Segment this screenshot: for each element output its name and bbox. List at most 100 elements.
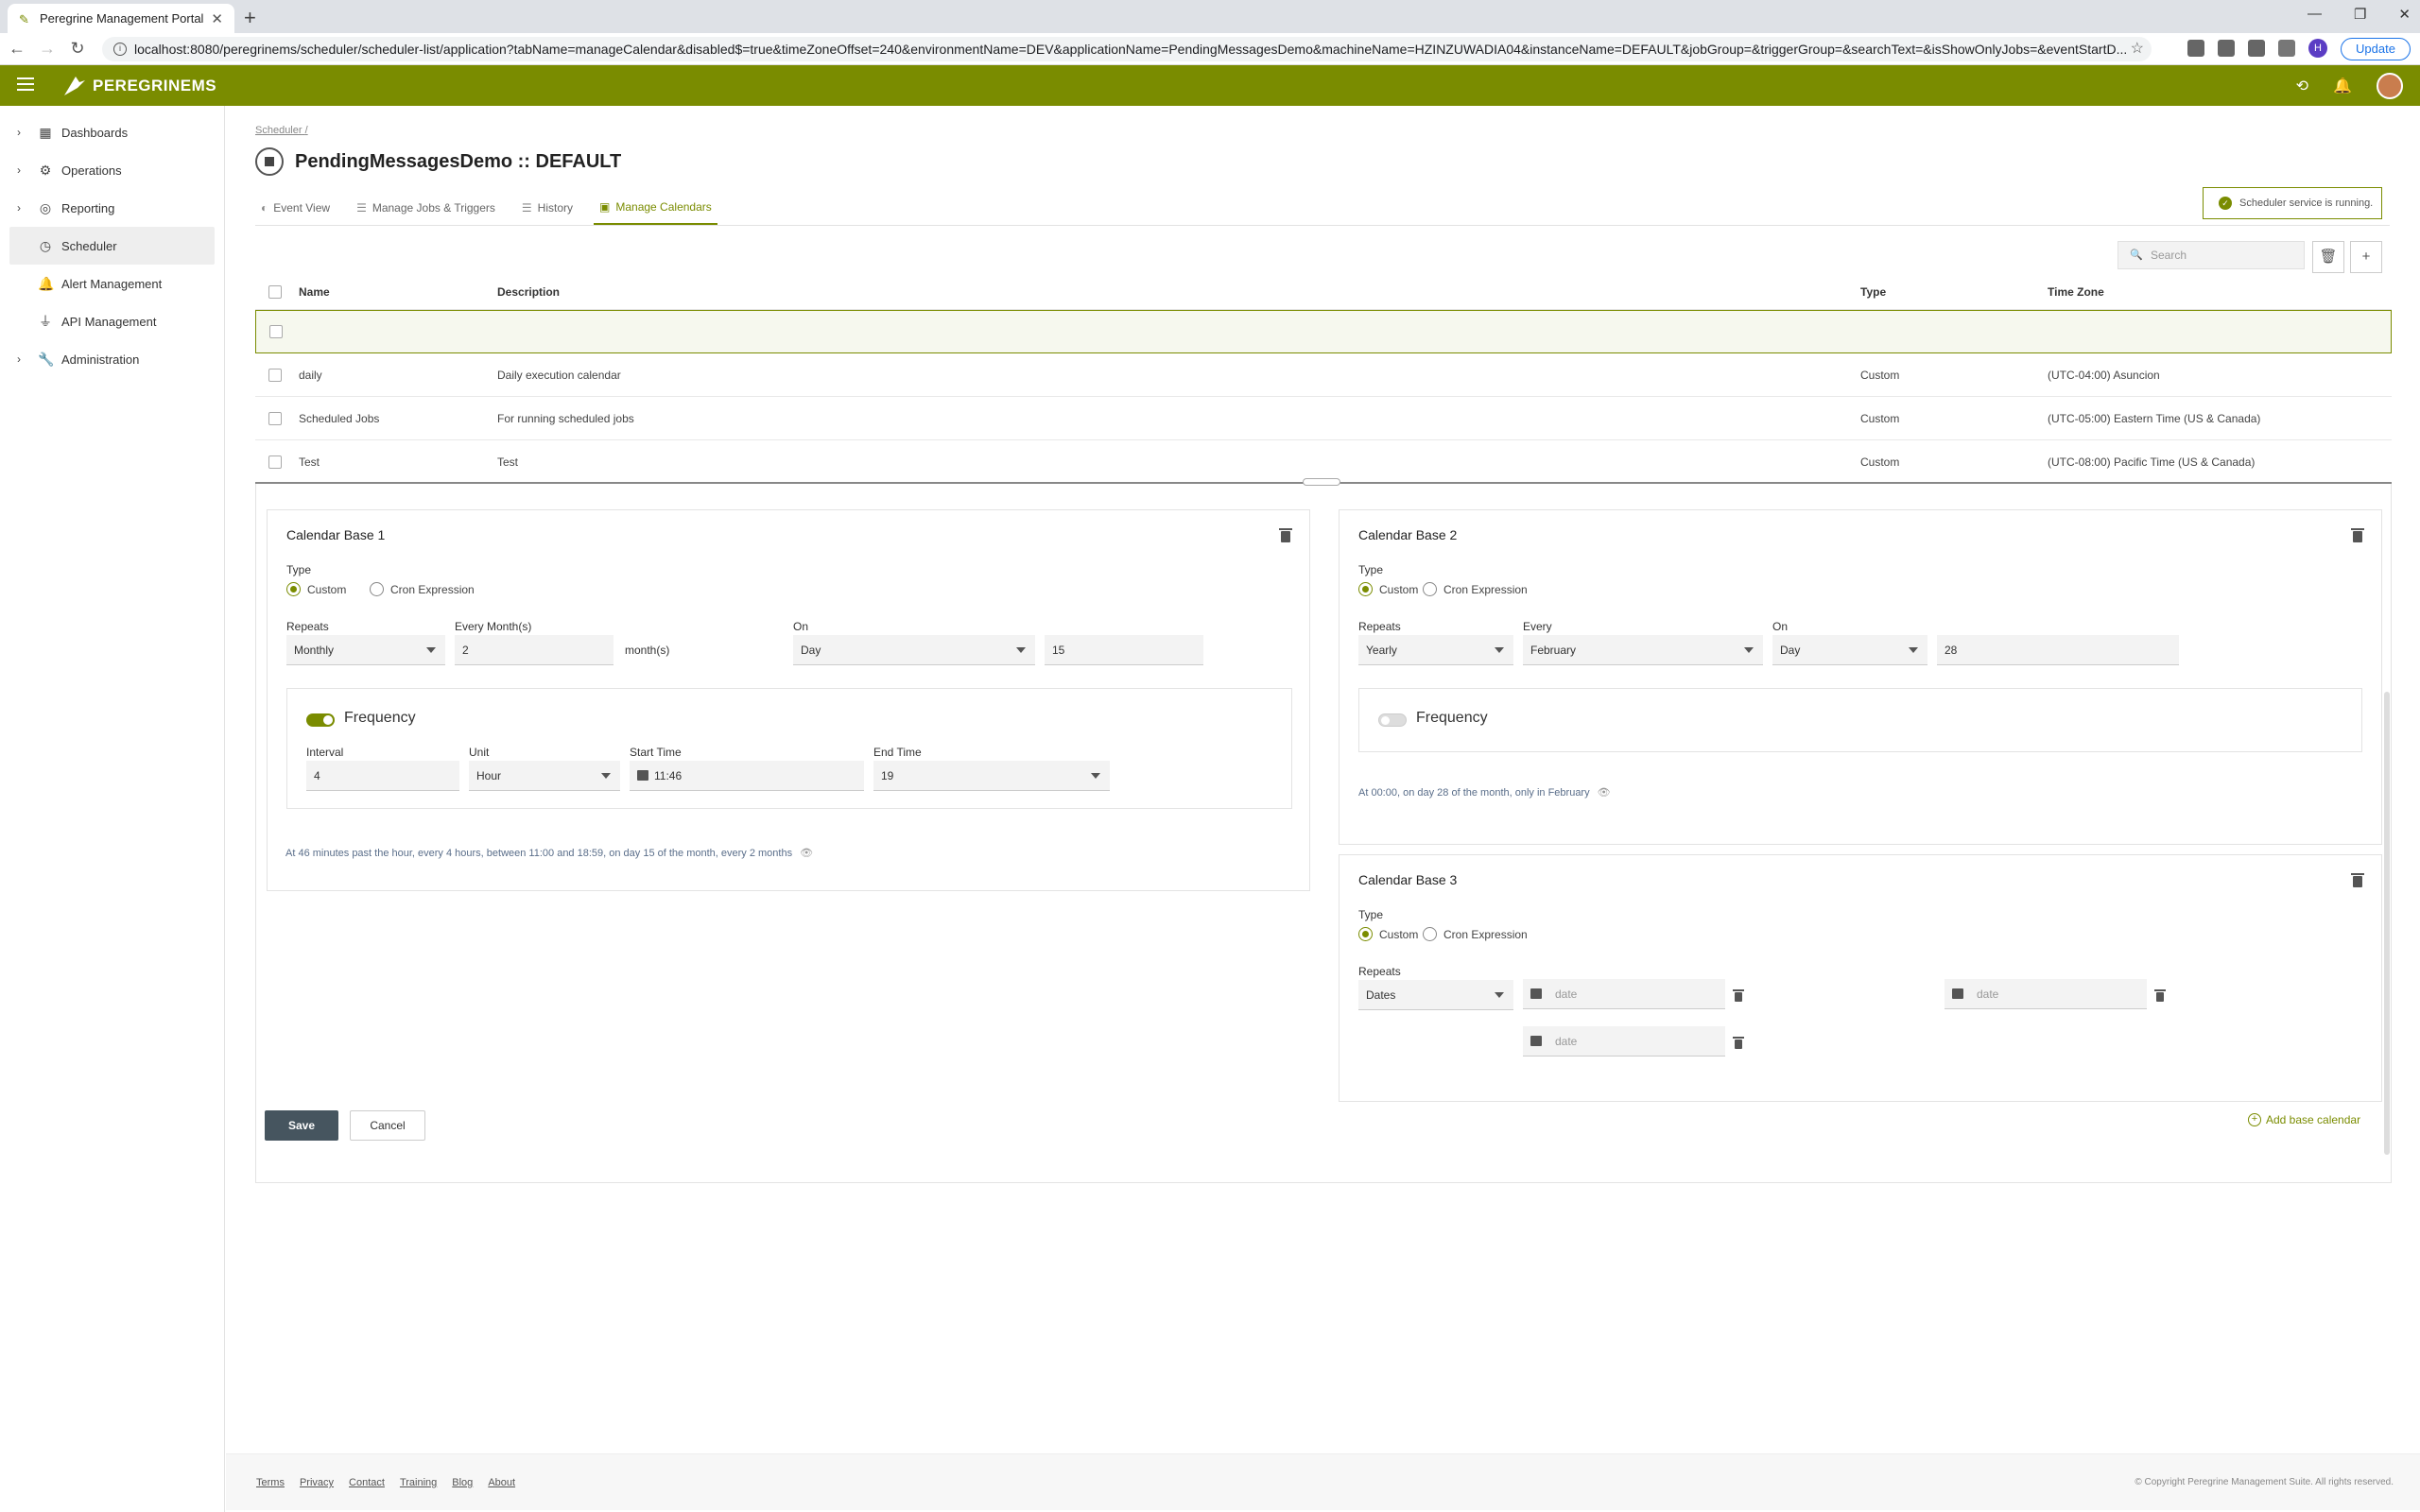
column-header-time-zone[interactable]: Time Zone bbox=[2048, 284, 2265, 300]
eye-icon[interactable]: 👁 bbox=[800, 847, 813, 859]
reload-icon[interactable]: ↻ bbox=[64, 39, 91, 59]
history-icon[interactable]: ⟲ bbox=[2296, 77, 2308, 95]
on-select[interactable]: Day bbox=[793, 635, 1035, 665]
footer-link-training[interactable]: Training bbox=[400, 1477, 437, 1488]
chevron-right-icon[interactable]: › bbox=[17, 201, 21, 215]
extension-icon[interactable] bbox=[2218, 40, 2235, 57]
sidebar-item-reporting[interactable]: › ◎ Reporting bbox=[0, 189, 224, 227]
radio-cron-expression[interactable]: Cron Expression bbox=[370, 582, 475, 596]
brand-logo[interactable]: PEREGRINEMS bbox=[62, 75, 216, 97]
delete-calendar-button[interactable]: 🗑 bbox=[2312, 241, 2344, 273]
radio-custom[interactable]: Custom bbox=[286, 582, 346, 596]
profile-avatar[interactable]: H bbox=[2308, 39, 2327, 58]
sidebar-item-dashboards[interactable]: › ▦ Dashboards bbox=[0, 113, 224, 151]
sidebar-item-alert-management[interactable]: 🔔 Alert Management bbox=[0, 265, 224, 302]
add-calendar-button[interactable]: + bbox=[2350, 241, 2382, 273]
date-input[interactable]: date bbox=[1945, 979, 2147, 1009]
table-row[interactable] bbox=[255, 310, 2392, 353]
browser-tab[interactable]: ✎ Peregrine Management Portal ✕ bbox=[8, 4, 234, 33]
interval-input[interactable]: 4 bbox=[306, 761, 459, 791]
back-icon[interactable]: ← bbox=[4, 39, 30, 59]
column-header-name[interactable]: Name bbox=[299, 285, 497, 299]
every-months-input[interactable]: 2 bbox=[455, 635, 614, 665]
sidebar-item-administration[interactable]: › 🔧 Administration bbox=[0, 340, 224, 378]
date-input[interactable]: date bbox=[1523, 979, 1725, 1009]
footer-link-contact[interactable]: Contact bbox=[349, 1477, 385, 1488]
date-input[interactable]: date bbox=[1523, 1026, 1725, 1057]
cancel-button[interactable]: Cancel bbox=[350, 1110, 425, 1141]
row-checkbox[interactable] bbox=[269, 325, 283, 338]
plus-icon: + bbox=[2361, 249, 2371, 265]
start-time-input[interactable]: 11:46 bbox=[630, 761, 864, 791]
calendar-base-1-card: Calendar Base 1 Type Custom Cron Express… bbox=[267, 509, 1310, 891]
radio-custom[interactable]: Custom bbox=[1358, 582, 1418, 596]
chevron-right-icon[interactable]: › bbox=[17, 126, 21, 139]
user-avatar[interactable] bbox=[2377, 73, 2403, 99]
maximize-icon[interactable]: ❐ bbox=[2354, 6, 2366, 23]
column-header-type[interactable]: Type bbox=[1860, 285, 2048, 299]
notifications-bell-icon[interactable]: 🔔 bbox=[2333, 77, 2352, 95]
chevron-right-icon[interactable]: › bbox=[17, 352, 21, 366]
repeats-select[interactable]: Monthly bbox=[286, 635, 445, 665]
save-button[interactable]: Save bbox=[265, 1110, 338, 1141]
footer-link-privacy[interactable]: Privacy bbox=[300, 1477, 334, 1488]
trash-icon[interactable] bbox=[1733, 1037, 1744, 1049]
site-info-icon[interactable]: i bbox=[113, 43, 127, 56]
stop-service-icon[interactable] bbox=[255, 147, 284, 176]
radio-custom[interactable]: Custom bbox=[1358, 927, 1418, 941]
url-field[interactable]: i localhost:8080/peregrinems/scheduler/s… bbox=[102, 37, 2152, 61]
extension-icon[interactable] bbox=[2248, 40, 2265, 57]
trash-icon[interactable] bbox=[1733, 989, 1744, 1002]
sidebar-item-api-management[interactable]: ⏚ API Management bbox=[0, 302, 224, 340]
footer-link-terms[interactable]: Terms bbox=[256, 1477, 285, 1488]
sidebar-item-scheduler[interactable]: ◷ Scheduler bbox=[9, 227, 215, 265]
trash-icon[interactable] bbox=[1279, 528, 1292, 542]
trash-icon[interactable] bbox=[2351, 528, 2364, 542]
puzzle-icon[interactable] bbox=[2278, 40, 2295, 57]
tab-manage-calendars[interactable]: ▣ Manage Calendars bbox=[594, 198, 717, 225]
tab-close-icon[interactable]: ✕ bbox=[211, 10, 223, 27]
frequency-toggle[interactable] bbox=[306, 713, 335, 727]
eye-icon[interactable]: 👁 bbox=[1598, 786, 1611, 799]
footer-link-blog[interactable]: Blog bbox=[452, 1477, 473, 1488]
window-close-icon[interactable]: ✕ bbox=[2398, 6, 2411, 23]
row-checkbox[interactable] bbox=[268, 411, 282, 425]
repeats-select[interactable]: Dates bbox=[1358, 980, 1513, 1010]
minimize-icon[interactable]: — bbox=[2308, 6, 2322, 23]
day-input[interactable]: 15 bbox=[1045, 635, 1203, 665]
breadcrumb-scheduler-link[interactable]: Scheduler bbox=[255, 125, 302, 136]
footer-link-about[interactable]: About bbox=[488, 1477, 515, 1488]
trash-icon[interactable] bbox=[2351, 873, 2364, 887]
row-checkbox[interactable] bbox=[268, 455, 282, 469]
end-time-select[interactable]: 19 bbox=[873, 761, 1110, 791]
extension-icon[interactable] bbox=[2187, 40, 2204, 57]
new-tab-icon[interactable]: + bbox=[244, 6, 256, 30]
row-checkbox[interactable] bbox=[268, 368, 282, 382]
column-header-description[interactable]: Description bbox=[497, 285, 1860, 299]
search-input[interactable]: 🔍 Search bbox=[2118, 241, 2305, 269]
tab-history[interactable]: ☰ History bbox=[516, 198, 579, 225]
tab-manage-jobs-triggers[interactable]: ☰ Manage Jobs & Triggers bbox=[351, 198, 501, 225]
unit-select[interactable]: Hour bbox=[469, 761, 620, 791]
bookmark-star-icon[interactable]: ☆ bbox=[2131, 37, 2144, 61]
browser-update-button[interactable]: Update bbox=[2341, 38, 2411, 60]
cell-description: Test bbox=[497, 455, 519, 469]
frequency-toggle[interactable] bbox=[1378, 713, 1407, 727]
tab-event-view[interactable]: ◐ Event View bbox=[255, 198, 336, 225]
on-select[interactable]: Day bbox=[1772, 635, 1927, 665]
trash-icon[interactable] bbox=[2154, 989, 2166, 1002]
sidebar-item-operations[interactable]: › ⚙ Operations bbox=[0, 151, 224, 189]
add-base-calendar-button[interactable]: + Add base calendar bbox=[2248, 1113, 2360, 1126]
table-row[interactable]: daily Daily execution calendar Custom (U… bbox=[255, 353, 2392, 397]
repeats-select[interactable]: Yearly bbox=[1358, 635, 1513, 665]
editor-scrollbar[interactable] bbox=[2384, 692, 2390, 1155]
select-all-checkbox[interactable] bbox=[268, 284, 282, 299]
every-month-select[interactable]: February bbox=[1523, 635, 1763, 665]
hamburger-menu-icon[interactable] bbox=[17, 77, 34, 91]
chevron-right-icon[interactable]: › bbox=[17, 163, 21, 177]
table-row[interactable]: Scheduled Jobs For running scheduled job… bbox=[255, 397, 2392, 440]
radio-cron-expression[interactable]: Cron Expression bbox=[1423, 582, 1528, 596]
forward-icon[interactable]: → bbox=[34, 39, 60, 59]
radio-cron-expression[interactable]: Cron Expression bbox=[1423, 927, 1528, 941]
day-input[interactable]: 28 bbox=[1937, 635, 2179, 665]
